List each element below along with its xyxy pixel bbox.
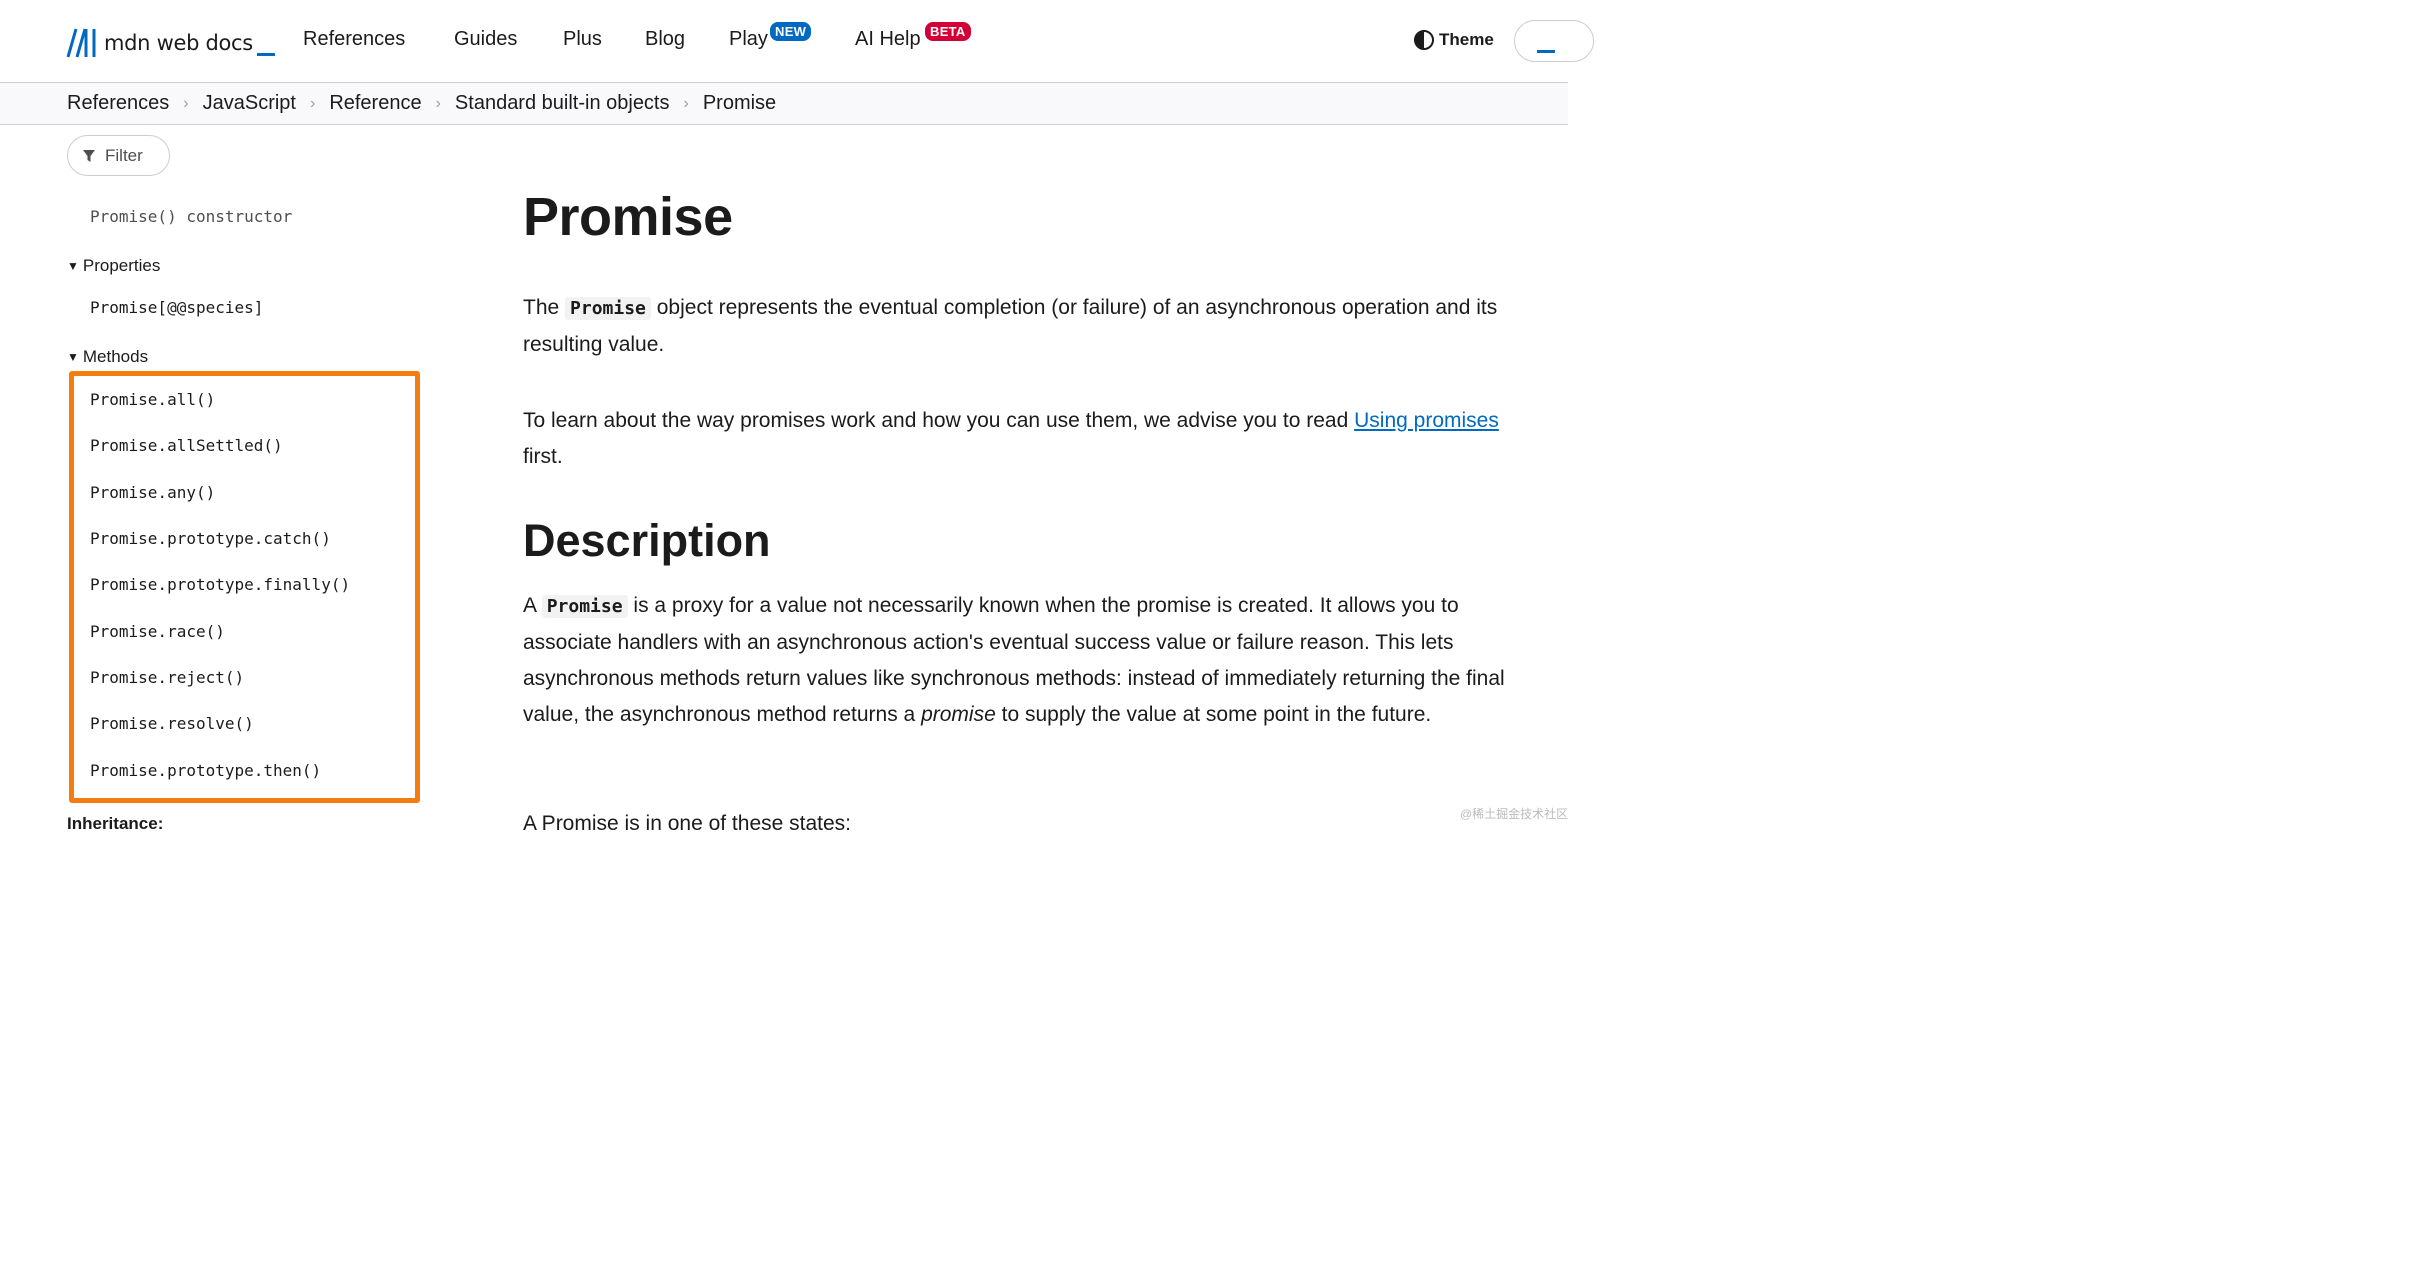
chevron-right-icon: › bbox=[683, 94, 689, 112]
sidebar-link-method[interactable]: Promise.reject() bbox=[90, 668, 244, 687]
description-emphasis: promise bbox=[921, 703, 996, 726]
sidebar-link-method[interactable]: Promise.race() bbox=[90, 622, 225, 641]
nav-references[interactable]: References bbox=[303, 28, 405, 51]
breadcrumb-reference[interactable]: Reference bbox=[329, 92, 421, 115]
filter-button[interactable]: Filter bbox=[67, 135, 170, 176]
chevron-right-icon: › bbox=[309, 94, 316, 112]
description-heading: Description bbox=[523, 515, 771, 566]
learn-paragraph: To learn about the way promises work and… bbox=[523, 403, 1513, 475]
intro-text: The bbox=[523, 296, 560, 319]
triangle-down-icon: ▼ bbox=[67, 350, 79, 364]
logo-cursor bbox=[256, 52, 275, 56]
description-text: A bbox=[523, 594, 536, 617]
inline-code: Promise bbox=[565, 297, 651, 320]
sidebar-link-method[interactable]: Promise.prototype.finally() bbox=[90, 575, 350, 594]
description-text: to supply the value at some point in the… bbox=[1001, 703, 1432, 726]
sidebar-link-species[interactable]: Promise[@@species] bbox=[90, 298, 263, 317]
nav-guides[interactable]: Guides bbox=[454, 28, 517, 51]
breadcrumb: References › JavaScript › Reference › St… bbox=[0, 83, 1568, 125]
sidebar-link-method[interactable]: Promise.resolve() bbox=[90, 714, 254, 733]
theme-label: Theme bbox=[1439, 30, 1494, 49]
intro-text: object represents the eventual completio… bbox=[523, 296, 1498, 356]
page-title: Promise bbox=[523, 187, 733, 247]
mdn-logo[interactable]: mdn web docs bbox=[66, 26, 275, 60]
watermark: @稀土掘金技术社区 bbox=[1460, 807, 1569, 821]
sidebar-link-method[interactable]: Promise.all() bbox=[90, 390, 215, 409]
sidebar-link-constructor[interactable]: Promise() constructor bbox=[90, 207, 292, 226]
theme-icon bbox=[1414, 30, 1434, 50]
new-badge: NEW bbox=[770, 22, 812, 41]
sidebar-group-label: Properties bbox=[82, 256, 161, 275]
sidebar-link-method[interactable]: Promise.allSettled() bbox=[90, 436, 283, 455]
search-cursor bbox=[1537, 50, 1555, 53]
nav-plus[interactable]: Plus bbox=[563, 28, 602, 51]
top-navigation: mdn web docs References Guides Plus Blog… bbox=[0, 0, 1594, 83]
sidebar-link-method[interactable]: Promise.prototype.catch() bbox=[90, 529, 331, 548]
search-button[interactable] bbox=[1514, 20, 1594, 62]
nav-ai-help[interactable]: AI Help bbox=[855, 28, 921, 51]
beta-badge: BETA bbox=[925, 22, 971, 41]
theme-button[interactable]: Theme bbox=[1414, 30, 1494, 50]
nav-blog[interactable]: Blog bbox=[645, 28, 685, 51]
using-promises-link[interactable]: Using promises bbox=[1354, 409, 1499, 432]
states-paragraph: A Promise is in one of these states: bbox=[523, 812, 852, 835]
breadcrumb-references[interactable]: References bbox=[67, 92, 169, 115]
filter-icon bbox=[83, 149, 95, 162]
sidebar-group-properties[interactable]: ▼ Properties bbox=[67, 256, 160, 276]
learn-text: first. bbox=[523, 445, 563, 468]
breadcrumb-javascript[interactable]: JavaScript bbox=[203, 92, 296, 115]
sidebar-heading-inheritance: Inheritance: bbox=[67, 814, 164, 833]
logo-text: mdn web docs bbox=[104, 31, 253, 55]
description-paragraph: A Promise is a proxy for a value not nec… bbox=[523, 588, 1513, 733]
sidebar-group-label: Methods bbox=[82, 347, 149, 366]
sidebar-group-methods[interactable]: ▼ Methods bbox=[67, 347, 148, 367]
filter-label: Filter bbox=[105, 145, 143, 165]
sidebar-link-method[interactable]: Promise.any() bbox=[90, 483, 215, 502]
nav-play[interactable]: Play bbox=[729, 28, 768, 51]
intro-paragraph: The Promise object represents the eventu… bbox=[523, 290, 1513, 363]
mdn-logo-icon bbox=[66, 28, 96, 58]
breadcrumb-promise[interactable]: Promise bbox=[703, 92, 776, 115]
learn-text: To learn about the way promises work and… bbox=[523, 409, 1349, 432]
breadcrumb-built-in-objects[interactable]: Standard built-in objects bbox=[455, 92, 670, 115]
triangle-down-icon: ▼ bbox=[67, 259, 79, 273]
chevron-right-icon: › bbox=[183, 94, 189, 112]
sidebar-link-method[interactable]: Promise.prototype.then() bbox=[90, 761, 321, 780]
chevron-right-icon: › bbox=[435, 94, 441, 112]
inline-code: Promise bbox=[541, 595, 628, 618]
